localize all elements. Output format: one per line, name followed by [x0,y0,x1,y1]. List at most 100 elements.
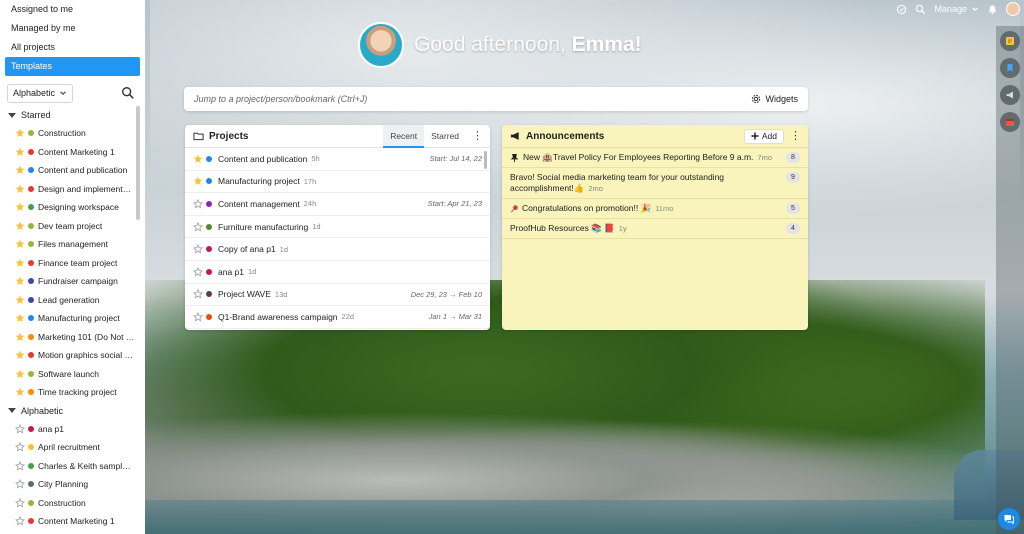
sidebar-nav-item[interactable]: Managed by me [0,19,145,38]
jump-bar[interactable]: Jump to a project/person/bookmark (Ctrl+… [184,87,808,111]
star-outline-icon[interactable] [15,442,25,452]
project-name[interactable]: Content and publication [218,154,307,164]
announcement-row[interactable]: Bravo! Social media marketing team for y… [502,168,808,199]
sidebar-project-item[interactable]: Finance team project [0,254,135,273]
sidebar-nav-item[interactable]: All projects [0,38,145,57]
project-row[interactable]: Content management 24h Start: Apr 21, 23 [185,193,490,216]
sidebar-scrollbar[interactable] [136,106,140,220]
star-filled-icon[interactable] [15,147,25,157]
star-outline-icon[interactable] [193,289,203,299]
project-row[interactable]: Furniture manufacturing 1d [185,216,490,239]
project-row[interactable]: Project WAVE 13d Dec 29, 23 → Feb 10 [185,284,490,307]
announcement-text[interactable]: ProofHub Resources 📚 📕 1y [510,223,780,234]
star-filled-icon[interactable] [15,313,25,323]
tab-starred[interactable]: Starred [424,125,466,148]
timer-icon[interactable] [896,4,907,15]
star-outline-icon[interactable] [15,516,25,526]
starred-section-header[interactable]: Starred [0,106,145,124]
sidebar-nav-item[interactable]: Templates [5,57,140,76]
star-filled-icon[interactable] [15,387,25,397]
sidebar-nav-item[interactable]: Assigned to me [0,0,145,19]
project-name[interactable]: Manufacturing project [218,176,300,186]
manage-menu[interactable]: Manage [934,4,979,14]
star-outline-icon[interactable] [15,497,25,508]
sidebar-project-item[interactable]: Motion graphics social m... [0,346,135,365]
announcement-row[interactable]: ProofHub Resources 📚 📕 1y 4 [502,219,808,239]
jump-placeholder[interactable]: Jump to a project/person/bookmark (Ctrl+… [194,94,367,104]
add-announcement-button[interactable]: Add [743,128,784,144]
rail-calendar-button[interactable] [1000,112,1020,132]
search-icon[interactable] [915,4,926,15]
star-filled-icon[interactable] [15,165,25,175]
bell-icon[interactable] [987,4,998,15]
star-outline-icon[interactable] [193,244,203,254]
star-outline-icon[interactable] [15,423,25,434]
sidebar-project-item[interactable]: Content Marketing 1 [0,512,135,531]
star-outline-icon[interactable] [15,460,25,471]
sidebar-project-item[interactable]: Designing workspace [0,198,135,217]
sidebar-project-item[interactable]: Design and implementati... [0,180,135,199]
star-filled-icon[interactable] [15,276,25,286]
star-filled-icon[interactable] [15,258,25,268]
chat-button[interactable] [998,508,1020,530]
project-name[interactable]: Furniture manufacturing [218,222,308,232]
project-row[interactable]: Manufacturing project 17h [185,171,490,194]
star-outline-icon[interactable] [193,198,203,209]
star-outline-icon[interactable] [193,266,203,277]
star-filled-icon[interactable] [15,128,25,138]
sidebar-project-item[interactable]: City Planning [0,475,135,494]
sidebar-project-item[interactable]: ana p1 [0,420,135,439]
star-filled-icon[interactable] [15,184,25,194]
star-outline-icon[interactable] [15,479,25,489]
star-filled-icon[interactable] [15,221,25,231]
profile-avatar[interactable] [358,22,404,68]
rail-bookmark-button[interactable] [1000,58,1020,78]
sidebar-project-item[interactable]: Content Marketing 1 [0,143,135,162]
project-row[interactable]: Copy of ana p1 1d [185,238,490,261]
star-filled-icon[interactable] [15,350,25,360]
project-name[interactable]: Project WAVE [218,289,271,299]
star-filled-icon[interactable] [193,154,203,164]
widgets-button[interactable]: Widgets [751,94,798,104]
announcement-row[interactable]: Congratulations on promotion!! 🎉 11mo 5 [502,199,808,219]
announcement-text[interactable]: Congratulations on promotion!! 🎉 11mo [522,203,780,214]
project-row[interactable]: Q1-Brand awareness campaign 22d Jan 1 → Ma… [185,306,490,329]
sidebar-project-item[interactable]: Dev team project [0,217,135,236]
tab-recent[interactable]: Recent [383,125,425,148]
search-icon[interactable] [121,86,135,100]
sidebar-project-item[interactable]: Content and publication [0,161,135,180]
sidebar-project-item[interactable]: Time tracking project [0,383,135,402]
rail-notes-button[interactable] [1000,31,1020,51]
star-filled-icon[interactable] [193,176,203,186]
sidebar-project-item[interactable]: Manufacturing project [0,309,135,328]
announcement-text[interactable]: New 🏨Travel Policy For Employees Reporti… [523,152,780,163]
project-name[interactable]: Copy of ana p1 [218,244,276,254]
star-outline-icon[interactable] [193,221,203,232]
sidebar-project-item[interactable]: Files management [0,235,135,254]
star-outline-icon[interactable] [193,311,203,322]
star-filled-icon[interactable] [15,239,25,249]
star-filled-icon[interactable] [15,202,25,212]
sidebar-project-item[interactable]: Software launch [0,365,135,384]
star-filled-icon[interactable] [15,332,25,342]
star-filled-icon[interactable] [15,369,25,379]
announcements-more-icon[interactable]: ⋮ [790,131,801,142]
announcement-row[interactable]: New 🏨Travel Policy For Employees Reporti… [502,148,808,168]
projects-scrollbar[interactable] [484,151,487,169]
projects-more-icon[interactable]: ⋮ [472,131,483,142]
sidebar-project-item[interactable]: Construction [0,494,135,513]
project-name[interactable]: Q1-Brand awareness campaign [218,312,338,322]
sort-dropdown[interactable]: Alphabetic [7,83,74,103]
rail-announcement-button[interactable] [1000,85,1020,105]
project-name[interactable]: Content management [218,199,300,209]
alphabetic-section-header[interactable]: Alphabetic [0,402,145,420]
user-avatar[interactable] [1006,2,1020,16]
sidebar-project-item[interactable]: Lead generation [0,291,135,310]
project-row[interactable]: Content and publication 5h Start: Jul 14, … [185,148,490,171]
star-filled-icon[interactable] [15,295,25,305]
announcement-text[interactable]: Bravo! Social media marketing team for y… [510,172,780,194]
sidebar-project-item[interactable]: Charles & Keith sample p... [0,457,135,476]
sidebar-project-item[interactable]: Marketing 101 (Do Not D... [0,328,135,347]
project-row[interactable]: ana p1 1d [185,261,490,284]
project-name[interactable]: ana p1 [218,267,244,277]
